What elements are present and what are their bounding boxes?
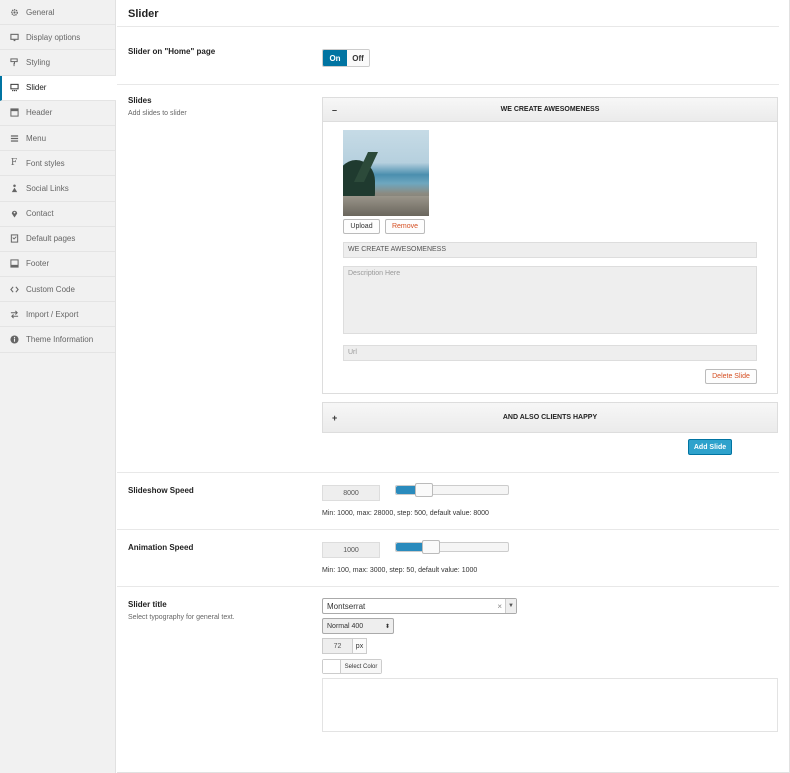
font-weight-value: Normal 400 (327, 622, 364, 630)
font-family-select[interactable]: Montserrat × ▼ (322, 598, 517, 614)
sidebar-item-slider[interactable]: Slider (0, 75, 116, 101)
typography-preview (322, 678, 778, 732)
sidebar-item-label: Slider (26, 83, 47, 93)
sidebar-item-label: Theme Information (26, 335, 94, 345)
sidebar-item-label: Header (26, 108, 53, 118)
slide-panel-title: WE CREATE AWESOMENESS (500, 106, 600, 113)
font-weight-select[interactable]: Normal 400 ⬍ (322, 618, 394, 634)
sidebar-item-styling[interactable]: Styling (0, 50, 115, 76)
slide-panel-header[interactable]: + AND ALSO CLIENTS HAPPY (323, 403, 777, 432)
slider-title-description: Select typography for general text. (128, 614, 235, 621)
sidebar-item-label: Import / Export (26, 309, 79, 319)
font-size-unit: px (352, 639, 366, 653)
remove-button[interactable]: Remove (385, 219, 425, 234)
pages-icon (9, 234, 19, 244)
main-content: Slider Slider on "Home" page On Off Slid… (117, 0, 790, 773)
sidebar: General Display options Styling Slider H… (0, 0, 116, 773)
page-title: Slider (128, 8, 159, 20)
animation-speed-label: Animation Speed (128, 543, 194, 552)
import-export-icon (9, 309, 19, 319)
share-icon (9, 183, 19, 193)
sidebar-item-label: Custom Code (26, 284, 75, 294)
slideshow-speed-hint: Min: 1000, max: 28000, step: 500, defaul… (322, 510, 489, 517)
slide-description-textarea[interactable]: Description Here (343, 266, 757, 334)
sidebar-item-label: Menu (26, 133, 47, 143)
slide-panel-header[interactable]: – WE CREATE AWESOMENESS (323, 98, 777, 122)
slider-handle[interactable] (415, 483, 433, 497)
slideshow-speed-input[interactable]: 8000 (322, 485, 380, 501)
slide-url-input[interactable]: Url (343, 345, 757, 361)
sidebar-item-label: General (26, 7, 55, 17)
sidebar-item-header[interactable]: Header (0, 101, 115, 126)
sidebar-item-label: Social Links (26, 183, 69, 193)
sidebar-item-display-options[interactable]: Display options (0, 25, 115, 51)
font-size-input[interactable]: 72 (323, 639, 352, 653)
slideshow-speed-slider[interactable] (395, 483, 509, 497)
slides-description: Add slides to slider (128, 110, 187, 117)
map-pin-icon (9, 209, 19, 219)
font-size-field: 72 px (322, 638, 367, 654)
sidebar-item-general[interactable]: General (0, 0, 115, 26)
font-icon: F (10, 158, 18, 169)
font-family-value: Montserrat (327, 601, 366, 611)
sidebar-item-contact[interactable]: Contact (0, 202, 115, 227)
divider (117, 472, 779, 473)
sidebar-item-label: Styling (26, 57, 51, 67)
header-icon (9, 108, 19, 118)
divider (117, 84, 779, 85)
sidebar-item-label: Font styles (26, 158, 65, 168)
toggle-off-button[interactable]: Off (347, 50, 369, 66)
menu-icon (9, 133, 19, 143)
slide-panel-title: AND ALSO CLIENTS HAPPY (502, 414, 598, 421)
footer-icon (9, 259, 19, 269)
divider (117, 26, 779, 27)
sidebar-item-label: Footer (26, 259, 50, 269)
sidebar-item-footer[interactable]: Footer (0, 252, 115, 278)
info-icon (9, 335, 19, 345)
expand-icon[interactable]: + (332, 413, 337, 423)
sidebar-item-custom-code[interactable]: Custom Code (0, 277, 115, 303)
slide-panel-collapsed: + AND ALSO CLIENTS HAPPY (322, 402, 778, 433)
home-slider-toggle: On Off (322, 49, 370, 67)
slides-label: Slides (128, 96, 152, 105)
slide-title-input[interactable]: WE CREATE AWESOMENESS (343, 242, 757, 258)
toggle-on-button[interactable]: On (323, 50, 347, 66)
sidebar-item-label: Contact (26, 209, 54, 219)
divider (117, 529, 779, 530)
code-icon (9, 284, 19, 294)
sidebar-item-label: Default pages (26, 234, 76, 244)
collapse-icon[interactable]: – (332, 105, 337, 115)
upload-button[interactable]: Upload (343, 219, 380, 234)
sidebar-item-label: Display options (26, 32, 81, 42)
slideshow-speed-label: Slideshow Speed (128, 486, 194, 495)
color-picker-label: Select Color (341, 660, 381, 673)
updown-arrows-icon: ⬍ (384, 623, 390, 630)
sidebar-item-theme-information[interactable]: Theme Information (0, 327, 115, 353)
clear-icon[interactable]: × (497, 602, 502, 611)
animation-speed-hint: Min: 100, max: 3000, step: 50, default v… (322, 567, 478, 574)
slider-icon (9, 83, 19, 93)
divider (117, 586, 779, 587)
chevron-down-icon[interactable]: ▼ (505, 599, 516, 613)
sidebar-item-default-pages[interactable]: Default pages (0, 227, 115, 252)
sidebar-item-social-links[interactable]: Social Links (0, 176, 115, 202)
home-slider-label: Slider on "Home" page (128, 47, 216, 56)
paint-roller-icon (9, 57, 19, 67)
slide-panel: – WE CREATE AWESOMENESS Upload Remove WE… (322, 97, 778, 394)
slider-handle[interactable] (421, 540, 440, 554)
sidebar-item-menu[interactable]: Menu (0, 126, 115, 152)
sidebar-item-font-styles[interactable]: F Font styles (0, 151, 115, 177)
slider-title-label: Slider title (128, 600, 167, 609)
gear-icon (9, 7, 19, 17)
color-picker-button[interactable]: Select Color (322, 659, 382, 674)
delete-slide-button[interactable]: Delete Slide (705, 369, 757, 384)
animation-speed-input[interactable]: 1000 (322, 542, 380, 558)
color-swatch (323, 660, 341, 673)
monitor-icon (9, 32, 19, 42)
slide-image (343, 130, 429, 216)
sidebar-item-import-export[interactable]: Import / Export (0, 302, 115, 328)
animation-speed-slider[interactable] (395, 540, 509, 554)
add-slide-button[interactable]: Add Slide (688, 439, 732, 455)
